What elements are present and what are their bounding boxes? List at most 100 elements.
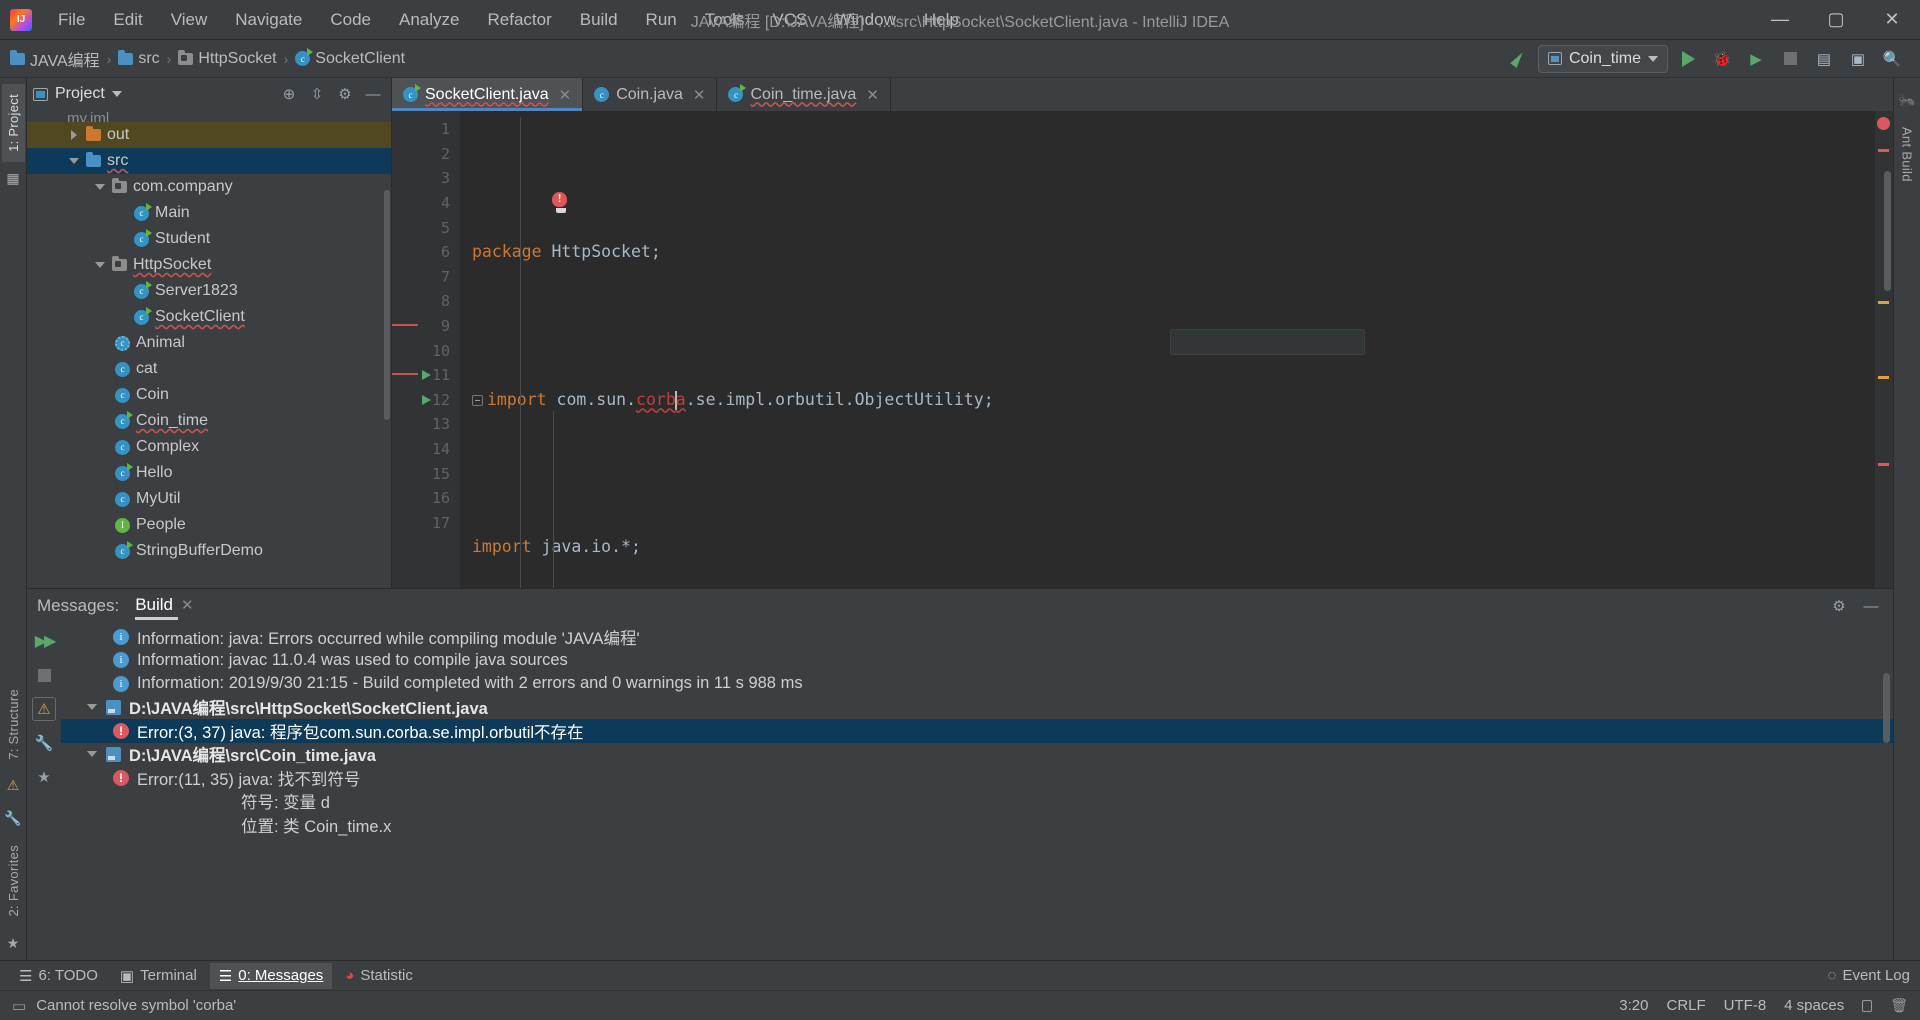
tree-row[interactable]: c StringBufferDemo	[27, 538, 391, 564]
tree-row[interactable]: c Server1823	[27, 278, 391, 304]
tree-row[interactable]: c Coin	[27, 382, 391, 408]
tree-row[interactable]: c MyUtil	[27, 486, 391, 512]
chevron-down-icon[interactable]	[69, 156, 80, 167]
messages-scrollbar[interactable]	[1883, 673, 1890, 743]
error-summary-icon[interactable]	[1877, 117, 1890, 130]
message-row-info-1[interactable]: i Information: java: Errors occurred whi…	[61, 625, 1893, 649]
read-only-lock-icon[interactable]	[1862, 999, 1873, 1012]
collapse-all-icon[interactable]: ⇳	[305, 82, 329, 106]
wrench-icon[interactable]: 🔧	[4, 810, 21, 827]
message-row-error-1[interactable]: ! Error:(3, 37) java: 程序包com.sun.corba.s…	[61, 719, 1893, 743]
error-marker[interactable]	[1878, 149, 1889, 152]
menu-view[interactable]: View	[157, 4, 222, 36]
toolwindow-terminal[interactable]: ▣ Terminal	[111, 963, 206, 989]
menu-code[interactable]: Code	[316, 4, 385, 36]
module-icon[interactable]: ▦	[6, 170, 19, 187]
editor-gutter[interactable]: 1 2 3 4 5 6 7 8 9 10 11 12 13 14 15 16 1…	[392, 111, 460, 588]
tree-row[interactable]: c Student	[27, 226, 391, 252]
maximize-button[interactable]: ▢	[1808, 0, 1864, 40]
memory-trash-icon[interactable]: 🗑	[1890, 997, 1908, 1014]
project-tree-scrollbar[interactable]	[384, 190, 390, 420]
close-icon[interactable]: ✕	[693, 86, 706, 104]
sidebar-item-structure[interactable]: 7: Structure	[2, 679, 25, 770]
menu-help[interactable]: Help	[910, 4, 973, 36]
toolwindow-messages[interactable]: ☰ 0: Messages	[209, 962, 333, 989]
project-structure-icon[interactable]: ▤	[1810, 45, 1838, 73]
tree-row[interactable]: out	[27, 122, 391, 148]
tab-coin-time-java[interactable]: c Coin_time.java ✕	[717, 78, 891, 111]
code-content[interactable]: package HttpSocket; import com.sun.corba…	[460, 111, 1875, 588]
error-marker[interactable]	[1878, 463, 1889, 466]
sidebar-item-project[interactable]: 1: Project	[1, 84, 25, 162]
tree-row[interactable]: src	[27, 148, 391, 174]
minimize-button[interactable]: —	[1752, 0, 1808, 40]
tree-row[interactable]: c Animal	[27, 330, 391, 356]
close-icon[interactable]: ✕	[181, 596, 194, 614]
intention-bulb-icon[interactable]	[552, 143, 570, 214]
toolwindow-statistic[interactable]: ◕ Statistic	[336, 963, 422, 988]
tree-row[interactable]: c Hello	[27, 460, 391, 486]
message-row-file-2[interactable]: D:\JAVA编程\src\Coin_time.java	[61, 743, 1893, 767]
menu-analyze[interactable]: Analyze	[385, 4, 473, 36]
warning-filter-icon[interactable]: ⚠	[32, 697, 56, 721]
menu-edit[interactable]: Edit	[99, 4, 156, 36]
tab-build[interactable]: Build ✕	[135, 595, 194, 620]
messages-list[interactable]: i Information: java: Errors occurred whi…	[61, 623, 1893, 960]
message-row-info-2[interactable]: i Information: javac 11.0.4 was used to …	[61, 649, 1893, 673]
stop-icon[interactable]	[1776, 45, 1804, 73]
menu-file[interactable]: File	[44, 4, 99, 36]
run-gutter-icon[interactable]	[422, 394, 431, 405]
editor-scrollbar[interactable]	[1884, 171, 1891, 291]
tree-row[interactable]: c cat	[27, 356, 391, 382]
message-row-file-1[interactable]: D:\JAVA编程\src\HttpSocket\SocketClient.ja…	[61, 696, 1893, 720]
warning-marker[interactable]	[1878, 301, 1889, 304]
run-icon[interactable]	[1674, 45, 1702, 73]
close-icon[interactable]: ✕	[559, 86, 572, 104]
tree-row[interactable]: c SocketClient	[27, 304, 391, 330]
tree-row[interactable]: c Complex	[27, 434, 391, 460]
project-panel-title-group[interactable]: Project	[33, 85, 122, 103]
sidebar-item-favorites[interactable]: 2: Favorites	[2, 835, 25, 927]
chevron-down-icon[interactable]	[87, 749, 98, 760]
tree-row[interactable]: c Coin_time	[27, 408, 391, 434]
search-everywhere-icon[interactable]: 🔍	[1878, 45, 1906, 73]
rerun-icon[interactable]: ▶▶	[32, 629, 57, 653]
hide-icon[interactable]: —	[361, 82, 385, 106]
message-row-error-2[interactable]: ! Error:(11, 35) java: 找不到符号	[61, 766, 1893, 790]
run-configuration-selector[interactable]: Coin_time	[1537, 44, 1668, 73]
chevron-down-icon[interactable]	[87, 702, 98, 713]
gear-icon[interactable]: ⚙	[1827, 594, 1851, 618]
breadcrumb-item-class[interactable]: c SocketClient	[291, 48, 409, 70]
stop-icon[interactable]	[32, 663, 56, 687]
wrench-icon[interactable]: 🔧	[32, 731, 56, 755]
project-tree[interactable]: my.iml out src com.company c Main c Stud…	[27, 110, 391, 588]
warning-icon[interactable]: ⚠	[7, 777, 20, 794]
indent-setting[interactable]: 4 spaces	[1784, 997, 1844, 1014]
warning-marker[interactable]	[1878, 376, 1889, 379]
tree-row[interactable]: HttpSocket	[27, 252, 391, 278]
menu-tools[interactable]: Tools	[691, 4, 759, 36]
locate-icon[interactable]: ⊕	[277, 82, 301, 106]
menu-refactor[interactable]: Refactor	[473, 4, 565, 36]
file-encoding[interactable]: UTF-8	[1724, 997, 1767, 1014]
chevron-down-icon[interactable]	[95, 260, 106, 271]
menu-run[interactable]: Run	[632, 4, 691, 36]
event-log-label[interactable]: Event Log	[1842, 967, 1910, 984]
caret-position[interactable]: 3:20	[1619, 997, 1648, 1014]
breadcrumb-item-project[interactable]: JAVA编程	[6, 45, 104, 73]
gear-icon[interactable]: ⚙	[333, 82, 357, 106]
breadcrumb-item-package[interactable]: HttpSocket	[174, 48, 280, 70]
tree-row[interactable]: com.company	[27, 174, 391, 200]
breadcrumb-item-src[interactable]: src	[114, 48, 163, 70]
code-editor[interactable]: 1 2 3 4 5 6 7 8 9 10 11 12 13 14 15 16 1…	[392, 111, 1893, 588]
tree-row[interactable]: I People	[27, 512, 391, 538]
close-icon[interactable]: ✕	[866, 86, 879, 104]
ant-icon[interactable]: 🐜	[1898, 92, 1915, 109]
tree-row[interactable]: c Main	[27, 200, 391, 226]
menu-build[interactable]: Build	[566, 4, 632, 36]
close-button[interactable]: ✕	[1864, 0, 1920, 40]
toolwindow-todo[interactable]: ☰ 6: TODO	[10, 963, 107, 989]
chevron-down-icon[interactable]	[111, 91, 122, 97]
fold-icon[interactable]	[472, 394, 483, 406]
star-icon[interactable]: ★	[7, 935, 20, 952]
